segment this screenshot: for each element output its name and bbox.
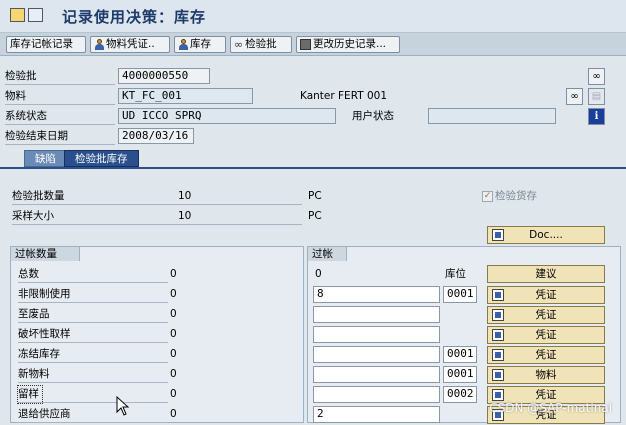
insp-end-date-label: 检验结束日期 <box>5 128 115 145</box>
left-row-label: 至废品 <box>18 306 168 323</box>
left-row-value: 0 <box>170 408 177 420</box>
left-row-label: 非限制使用 <box>18 286 168 303</box>
change-history-button[interactable]: 更改历史记录... <box>296 36 400 53</box>
history-icon <box>300 39 311 50</box>
material-field[interactable]: KT_FC_001 <box>118 88 253 104</box>
material-label: 物料 <box>5 88 115 105</box>
document-button[interactable]: 凭证 <box>487 346 605 364</box>
left-row-label: 留样 <box>17 385 43 404</box>
document-button-label: 凭证 <box>535 289 557 301</box>
document-button-label: 凭证 <box>535 329 557 341</box>
posting-qty-input[interactable] <box>313 366 440 383</box>
stock-check-label: 检验货存 <box>495 190 537 202</box>
posting-qty-input[interactable]: 8 <box>313 286 440 303</box>
person-icon <box>178 39 188 50</box>
left-row-label: 新物料 <box>18 366 168 383</box>
left-row-value: 0 <box>170 388 177 400</box>
document-button[interactable]: 凭证 <box>487 286 605 304</box>
storage-location-input[interactable]: 0001 <box>443 286 477 303</box>
info-icon[interactable]: i <box>588 108 605 125</box>
stock-posting-button[interactable]: 库存记帐记录 <box>6 36 86 53</box>
left-row-value: 0 <box>170 308 177 320</box>
posting-qty-input[interactable] <box>313 326 440 343</box>
insp-end-date-field[interactable]: 2008/03/16 <box>118 128 194 144</box>
sample-size-label: 采样大小 <box>12 208 302 225</box>
system-status-field[interactable]: UD ICCO SPRQ <box>118 108 336 124</box>
user-status-label: 用户状态 <box>352 110 394 122</box>
doc-button[interactable]: Doc.... <box>487 226 605 244</box>
display-material-icon[interactable]: ∞ <box>566 88 583 105</box>
proposal-button[interactable]: 建议 <box>487 265 605 283</box>
tab-defects[interactable]: 缺陷 <box>24 150 67 167</box>
page-title: 记录使用决策：库存 <box>62 8 207 26</box>
material-description: Kanter FERT 001 <box>300 90 388 102</box>
person-icon <box>94 39 104 50</box>
stock-posting-label: 库存记帐记录 <box>10 38 73 50</box>
left-row-value: 0 <box>170 288 177 300</box>
posting-qty-input[interactable] <box>313 346 440 363</box>
mouse-cursor-icon <box>116 395 130 419</box>
sample-size-value: 10 <box>178 210 192 222</box>
storage-location-header: 库位 <box>445 268 466 280</box>
display-lot-icon[interactable]: ∞ <box>588 68 605 85</box>
document-button[interactable]: 凭证 <box>487 306 605 324</box>
left-row-value: 0 <box>170 268 177 280</box>
storage-location-input[interactable]: 0002 <box>443 386 477 403</box>
left-row-label: 冻结库存 <box>18 346 168 363</box>
tab-lot-stock[interactable]: 检验批库存 <box>64 150 139 167</box>
inspection-lot-button[interactable]: ∞ 检验批 <box>230 36 292 53</box>
storage-location-input[interactable]: 0001 <box>443 346 477 363</box>
sample-size-unit: PC <box>308 210 322 222</box>
storage-location-input[interactable]: 0001 <box>443 366 477 383</box>
posting-quantity-title: 过帐数量 <box>10 246 80 261</box>
inspection-lot-field[interactable]: 4000000550 <box>118 68 210 84</box>
stock-check-checkbox[interactable]: ✓ <box>482 191 493 202</box>
copy-icon[interactable]: ▤ <box>588 88 605 105</box>
row-divider <box>18 402 168 403</box>
left-row-label: 破坏性取样 <box>18 326 168 343</box>
stock-button[interactable]: 库存 <box>174 36 226 53</box>
inspection-lot-label: 检验批 <box>5 68 115 85</box>
menu-icon[interactable] <box>10 8 25 22</box>
lot-quantity-unit: PC <box>308 190 322 202</box>
posting-title: 过帐 <box>307 246 347 261</box>
posting-total: 0 <box>315 268 322 280</box>
left-row-value: 0 <box>170 368 177 380</box>
left-row-label: 退给供应商 <box>18 406 168 423</box>
glasses-icon: ∞ <box>234 38 244 51</box>
document-button-label: 凭证 <box>535 309 557 321</box>
watermark: CSDN @SAP-matinal <box>489 401 612 415</box>
user-status-field[interactable] <box>428 108 556 124</box>
document-button[interactable]: 凭证 <box>487 326 605 344</box>
posting-qty-input[interactable] <box>313 306 440 323</box>
left-row-label: 总数 <box>18 266 168 283</box>
document-button-label: 凭证 <box>535 349 557 361</box>
left-row-value: 0 <box>170 348 177 360</box>
document-icon[interactable] <box>28 8 43 22</box>
document-button-label: 物料 <box>535 369 557 381</box>
material-doc-button[interactable]: 物料凭证.. <box>90 36 170 53</box>
system-status-label: 系统状态 <box>5 108 115 125</box>
lot-quantity-value: 10 <box>178 190 192 202</box>
document-button[interactable]: 物料 <box>487 366 605 384</box>
lot-quantity-label: 检验批数量 <box>12 188 302 205</box>
posting-qty-input[interactable] <box>313 386 440 403</box>
left-row-value: 0 <box>170 328 177 340</box>
posting-qty-input[interactable]: 2 <box>313 406 440 423</box>
